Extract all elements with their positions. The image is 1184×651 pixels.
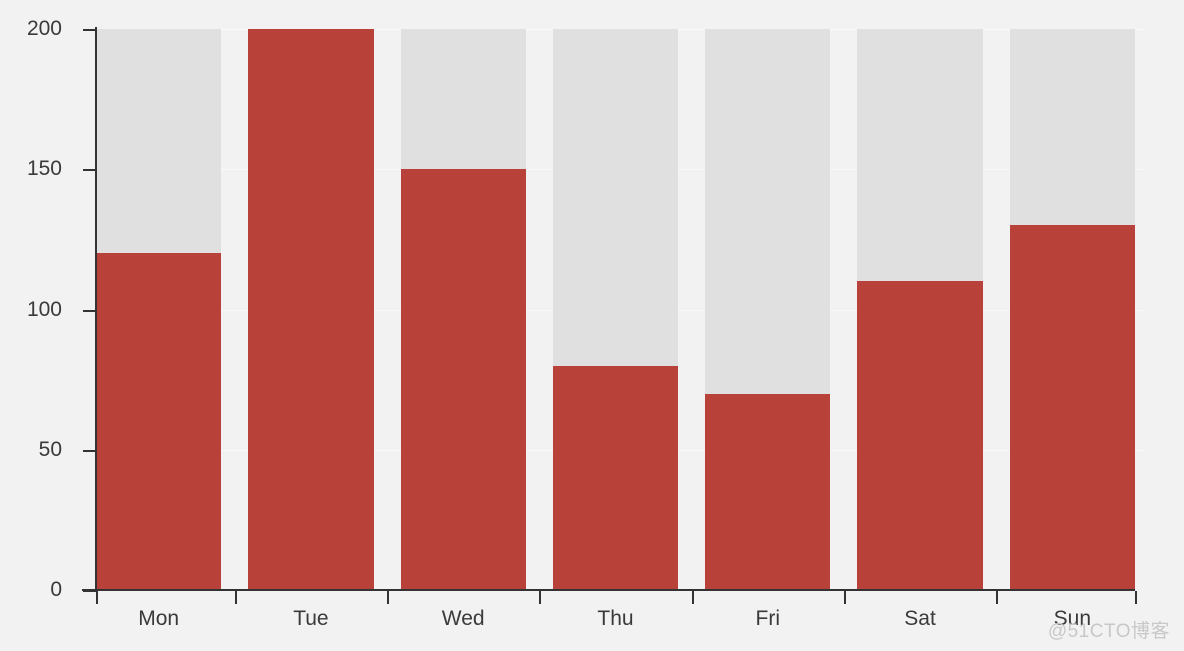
y-tick-mark bbox=[83, 310, 96, 312]
plot-band bbox=[400, 29, 526, 590]
x-tick-mark bbox=[387, 591, 389, 604]
x-tick-label-mon: Mon bbox=[138, 607, 180, 630]
plot-area bbox=[96, 29, 1135, 590]
y-tick-mark bbox=[83, 590, 96, 592]
x-tick-label-tue: Tue bbox=[293, 607, 329, 630]
bar-mon[interactable] bbox=[96, 253, 222, 590]
bar-sun[interactable] bbox=[1009, 225, 1135, 590]
x-tick-mark bbox=[1135, 591, 1137, 604]
y-tick-label: 0 bbox=[50, 578, 62, 601]
x-axis-line bbox=[82, 589, 1135, 591]
watermark-label: @51CTO博客 bbox=[1047, 621, 1170, 642]
y-tick-label: 100 bbox=[26, 298, 62, 321]
plot-band bbox=[857, 29, 983, 590]
y-tick-label: 150 bbox=[26, 157, 62, 180]
y-tick-mark bbox=[83, 169, 96, 171]
y-tick-mark bbox=[83, 29, 96, 31]
plot-band bbox=[1009, 29, 1135, 590]
x-tick-label-thu: Thu bbox=[597, 607, 634, 630]
y-tick-label: 200 bbox=[26, 17, 62, 40]
bar-sat[interactable] bbox=[857, 281, 983, 590]
x-tick-mark bbox=[996, 591, 998, 604]
bar-thu[interactable] bbox=[552, 365, 679, 590]
bar-tue[interactable] bbox=[248, 29, 374, 590]
y-tick-mark bbox=[83, 450, 96, 452]
bar-fri[interactable] bbox=[705, 393, 831, 590]
y-tick-label: 50 bbox=[38, 438, 62, 461]
x-tick-mark bbox=[539, 591, 541, 604]
x-tick-label-wed: Wed bbox=[441, 607, 485, 630]
plot-band bbox=[96, 29, 222, 590]
x-tick-mark bbox=[692, 591, 694, 604]
x-tick-mark bbox=[844, 591, 846, 604]
x-tick-mark bbox=[96, 591, 98, 604]
bar-wed[interactable] bbox=[400, 169, 526, 590]
bar-chart: 0 50 100 150 200 Mon Tue Wed Thu Fri Sat Sun @51CT… bbox=[0, 0, 1184, 651]
x-tick-label-fri: Fri bbox=[755, 607, 781, 630]
x-tick-label-sat: Sat bbox=[904, 607, 936, 630]
x-tick-mark bbox=[235, 591, 237, 604]
plot-band bbox=[705, 29, 831, 590]
plot-band bbox=[552, 29, 679, 590]
plot-band bbox=[248, 29, 374, 590]
